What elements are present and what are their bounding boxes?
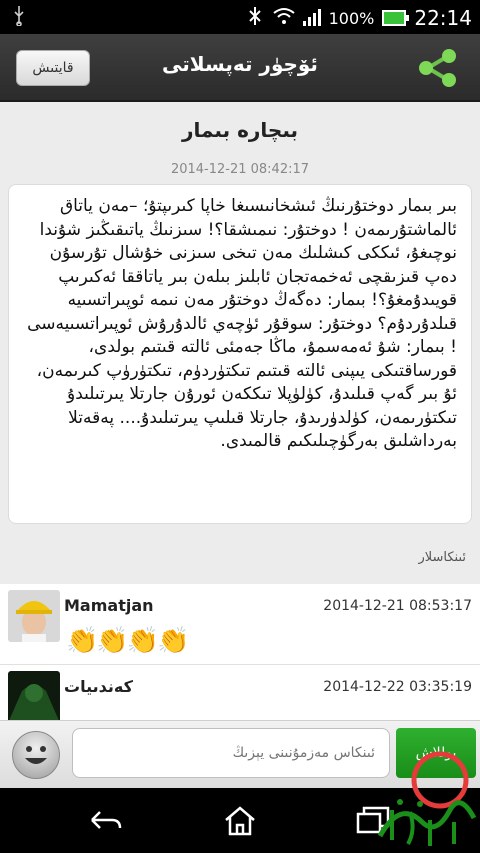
avatar[interactable] [8,590,60,642]
comment-user[interactable]: كەندىيات [64,677,133,696]
avatar[interactable] [8,671,60,720]
article-title: بىچارە بىمار [182,118,298,142]
wifi-icon [272,7,295,29]
comment-time: 2014-12-22 03:35:19 [323,679,472,695]
share-icon[interactable] [416,46,460,90]
comment-input[interactable] [72,728,390,778]
article-content-card: بىر بىمار دوختۇرنىڭ ئىشخانىسىغا خاپا كىر… [8,184,472,524]
battery-percent: 100% [328,8,375,28]
comment-item[interactable]: كەندىيات 2014-12-22 03:35:19 [0,665,480,720]
status-bar: 100% 22:14 [0,0,480,34]
signal-icon [302,9,321,26]
comments-label: ئىنكاسلار [418,550,466,565]
top-bar: قايتىش ئۆچۈر تەپسلاتى [0,34,480,102]
article-body: بىر بىمار دوختۇرنىڭ ئىشخانىسىغا خاپا كىر… [27,196,457,451]
clock: 22:14 [414,6,472,30]
comment-user[interactable]: Mamatjan [64,596,154,615]
home-icon[interactable] [222,806,258,836]
usb-icon [12,6,26,31]
bluetooth-off-icon [245,6,265,30]
watermark-logo [377,751,477,846]
comment-time: 2014-12-21 08:53:17 [323,598,472,614]
comment-text: 👏👏👏👏 [66,626,189,656]
page-title: ئۆچۈر تەپسلاتى [162,52,318,76]
emoji-icon[interactable] [12,731,60,779]
back-icon[interactable] [88,806,124,834]
battery-icon [382,10,410,26]
article-date: 2014-12-21 08:42:17 [170,162,310,177]
comment-list: Mamatjan 2014-12-21 08:53:17 👏👏👏👏 كەندىي… [0,584,480,720]
comment-item[interactable]: Mamatjan 2014-12-21 08:53:17 👏👏👏👏 [0,584,480,665]
